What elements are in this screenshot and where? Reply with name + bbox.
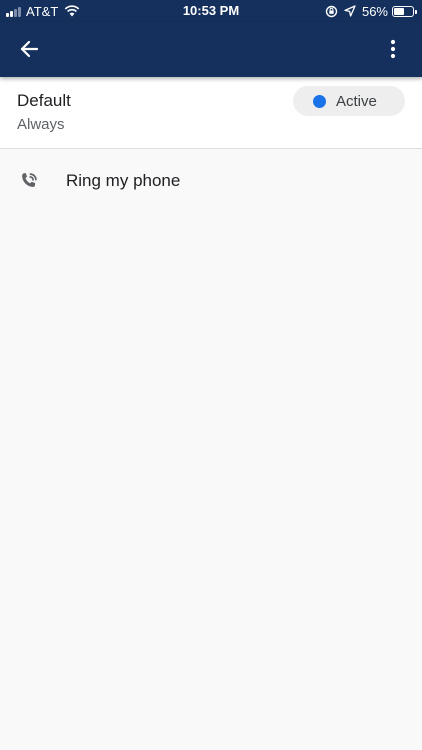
phone-ring-icon (22, 173, 37, 187)
battery-percent: 56% (361, 3, 388, 19)
list-item-label: Ring my phone (66, 171, 181, 190)
back-button[interactable] (14, 34, 44, 64)
status-bar: AT&T 10:53 PM 56% (0, 0, 422, 22)
orientation-lock-icon (325, 5, 338, 17)
more-options-button[interactable] (378, 34, 408, 64)
more-vert-icon (390, 39, 396, 59)
profile-name: Default (17, 91, 71, 110)
arrow-back-icon (20, 40, 39, 58)
location-arrow-icon (344, 5, 356, 17)
list-item-ring-my-phone[interactable]: Ring my phone (0, 150, 422, 212)
screen: AT&T 10:53 PM 56% Default Always Active … (0, 0, 422, 750)
app-bar (0, 22, 422, 77)
battery-icon (392, 5, 417, 17)
active-status-chip[interactable]: Active (293, 86, 405, 116)
profile-schedule: Always (17, 116, 65, 133)
status-dot-icon (313, 94, 326, 108)
status-label: Active (336, 92, 377, 110)
profile-header: Default Always Active (0, 77, 422, 149)
status-right: 56% (325, 3, 417, 19)
